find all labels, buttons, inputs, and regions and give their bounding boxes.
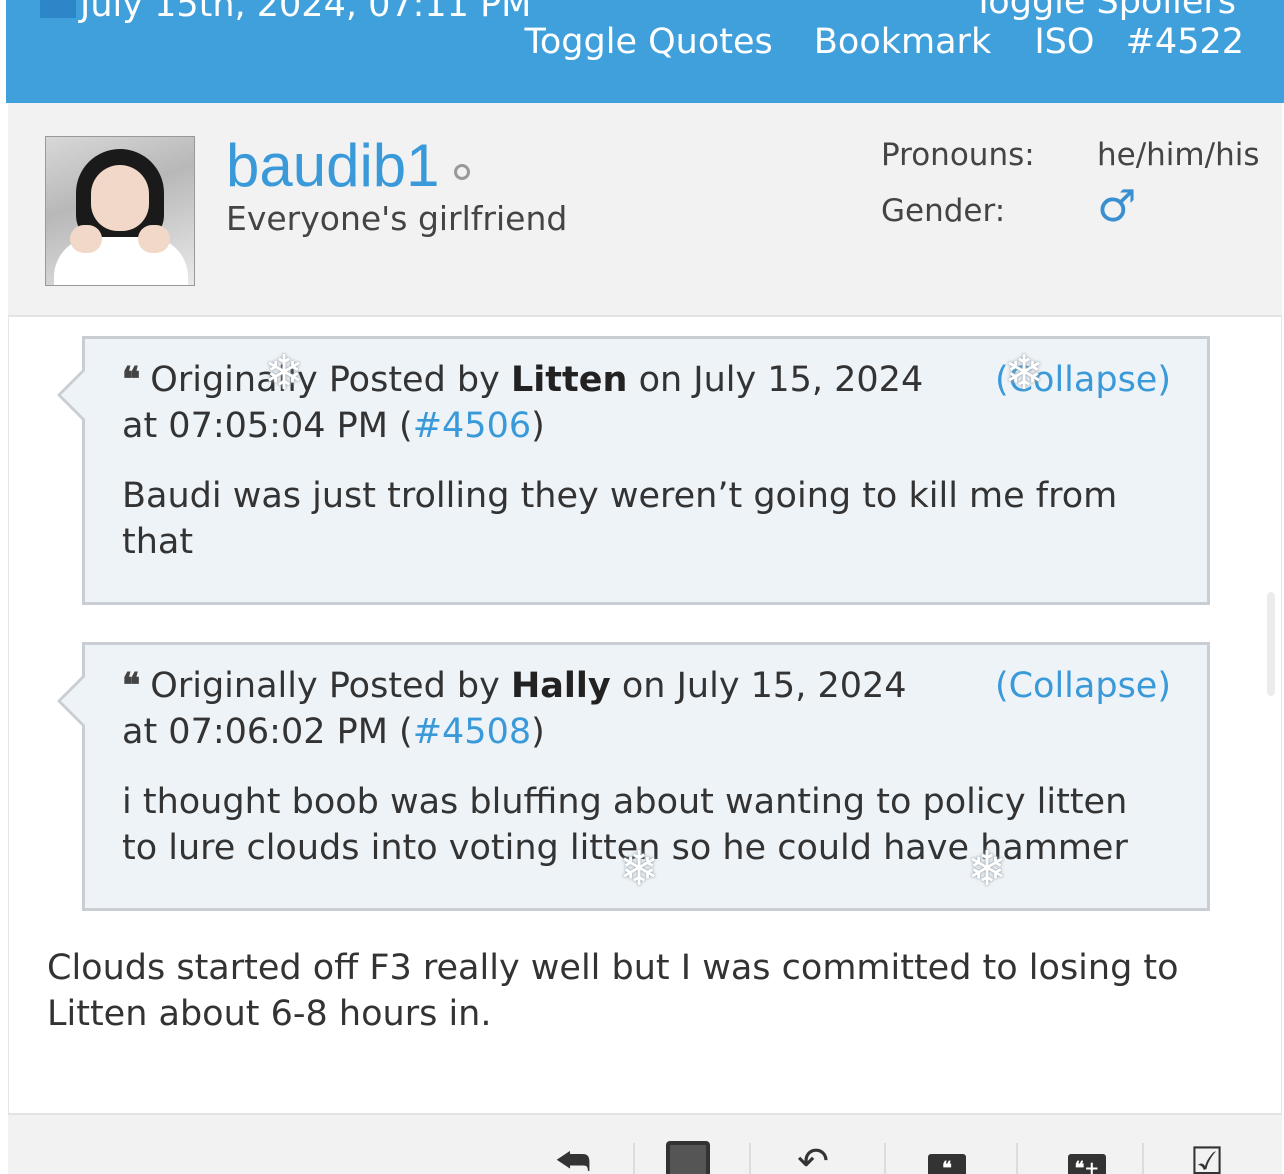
- snowflake-icon: ❄: [264, 345, 305, 401]
- quote-author[interactable]: Hally: [511, 666, 611, 706]
- quote-post-link[interactable]: #4508: [413, 712, 531, 752]
- quote-header: ❝ Originally Posted by Hally on July 15, …: [122, 663, 1171, 755]
- post-header: July 15th, 2024, 07:11 PM Toggle Spoiler…: [6, 0, 1284, 103]
- iso-link[interactable]: ISO: [1034, 22, 1094, 62]
- post-toolbar: ⮪ ↶ ❝ ❝+ ☑: [8, 1113, 1282, 1174]
- toggle-spoilers-link[interactable]: Toggle Spoilers: [973, 0, 1236, 22]
- quote-date: on July 15, 2024: [638, 360, 924, 400]
- avatar[interactable]: [45, 136, 195, 286]
- reply-icon[interactable]: ↶: [786, 1141, 840, 1174]
- post-number-link[interactable]: #4522: [1126, 22, 1244, 62]
- quote-close-paren: ): [531, 406, 545, 446]
- user-panel: baudib1 Everyone's girlfriend Pronouns: h…: [8, 103, 1282, 317]
- quote-date: on July 15, 2024: [621, 666, 907, 706]
- pronouns-value: he/him/his: [1097, 137, 1260, 173]
- quote-author[interactable]: Litten: [511, 360, 627, 400]
- post-status-square: [40, 0, 76, 18]
- quote-prefix: Originally Posted by: [150, 360, 500, 400]
- snowflake-icon: ❄: [967, 841, 1008, 897]
- quote-post-link[interactable]: #4506: [413, 406, 531, 446]
- offline-status-icon: [453, 164, 470, 180]
- username-text[interactable]: baudib1: [226, 132, 440, 199]
- post-text: Clouds started off F3 really well but I …: [47, 948, 1179, 1034]
- reply-all-icon[interactable]: ⮪: [546, 1141, 600, 1174]
- post-date-text: July 15th, 2024, 07:11 PM: [80, 0, 532, 25]
- collapse-link[interactable]: (Collapse): [995, 663, 1171, 709]
- quote-prefix: Originally Posted by: [150, 666, 500, 706]
- scrollbar[interactable]: [1267, 592, 1275, 696]
- user-title: Everyone's girlfriend: [226, 199, 568, 238]
- quote-icon[interactable]: ❝: [920, 1141, 974, 1174]
- quote-mark-icon: ❝: [122, 360, 141, 400]
- quote-text: Baudi was just trolling they weren’t goi…: [122, 476, 1118, 562]
- quote-time: at 07:05:04 PM (: [122, 406, 413, 446]
- profile-fields: Pronouns: he/him/his Gender: ♂: [881, 137, 1259, 237]
- multi-quote-icon[interactable]: ❝+: [1060, 1141, 1114, 1174]
- vote-icon[interactable]: [661, 1141, 715, 1174]
- check-icon[interactable]: ☑: [1180, 1141, 1234, 1174]
- snowflake-icon: ❄: [619, 841, 660, 897]
- snowflake-icon: ❄: [1004, 345, 1045, 401]
- post-actions: Toggle Quotes Bookmark ISO #4522: [494, 22, 1244, 62]
- male-symbol-icon: ♂: [1097, 181, 1137, 232]
- username-link[interactable]: baudib1: [226, 131, 470, 200]
- toggle-quotes-link[interactable]: Toggle Quotes: [524, 22, 772, 62]
- quote-time: at 07:06:02 PM (: [122, 712, 413, 752]
- pronouns-label: Pronouns:: [881, 137, 1035, 173]
- quote-mark-icon: ❝: [122, 666, 141, 706]
- bookmark-link[interactable]: Bookmark: [814, 22, 991, 62]
- post-body: ❝ Originally Posted by Litten on July 15,…: [8, 317, 1282, 1113]
- quote-close-paren: ): [531, 712, 545, 752]
- gender-label: Gender:: [881, 193, 1006, 229]
- post-date: July 15th, 2024, 07:11 PM: [40, 0, 531, 25]
